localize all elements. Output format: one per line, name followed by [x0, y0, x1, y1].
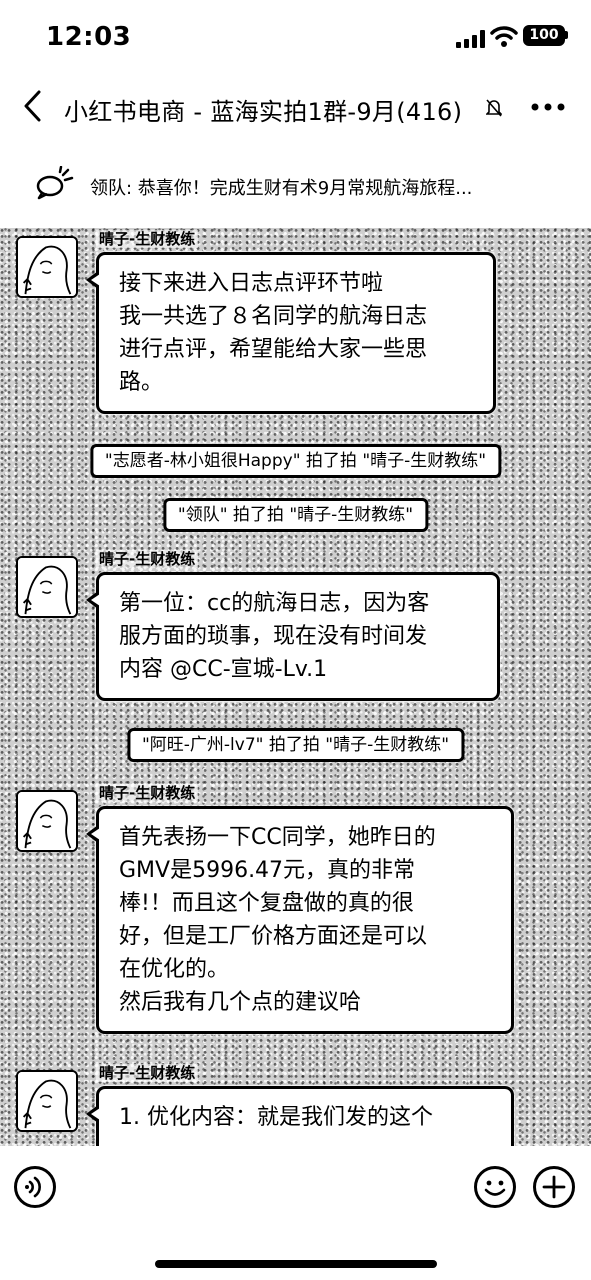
- system-message-pat: "阿旺-广州-lv7" 拍了拍 "晴子-生财教练": [126, 728, 465, 762]
- system-message-pat: "志愿者-林小姐很Happy" 拍了拍 "晴子-生财教练": [89, 444, 502, 478]
- battery-nub: [565, 31, 568, 39]
- group-announcement[interactable]: 领队: 恭喜你！完成生财有术9月常规航海旅程...: [0, 150, 591, 222]
- chat-header: 小红书电商 - 蓝海实拍1群-9月(416): [0, 70, 591, 146]
- sender-name: 晴子-生财教练: [96, 230, 199, 248]
- message-bubble[interactable]: 1. 优化内容：就是我们发的这个: [86, 1086, 514, 1146]
- message-line: GMV是5996.47元，真的非常: [119, 858, 416, 883]
- input-toolbar: [0, 1146, 591, 1280]
- message-line: 在优化的。: [119, 957, 230, 982]
- sender-name: 晴子-生财教练: [96, 550, 199, 568]
- avatar[interactable]: [16, 790, 78, 852]
- announcement-icon: [36, 166, 74, 200]
- voice-button[interactable]: [14, 1166, 56, 1208]
- message-line: 接下来进入日志点评环节啦: [119, 271, 384, 296]
- plus-icon: [542, 1175, 566, 1199]
- message-line: 然后我有几个点的建议哈: [119, 990, 362, 1015]
- message-line: 1. 优化内容：就是我们发的这个: [119, 1105, 433, 1130]
- chat-title[interactable]: 小红书电商 - 蓝海实拍1群-9月(416): [64, 92, 462, 127]
- message-bubble[interactable]: 接下来进入日志点评环节啦 我一共选了８名同学的航海日志 进行点评，希望能给大家一…: [86, 252, 496, 414]
- avatar[interactable]: [16, 236, 78, 298]
- message-line: 进行点评，希望能给大家一些思: [119, 337, 428, 362]
- system-message-pat: "领队" 拍了拍 "晴子-生财教练": [162, 498, 429, 532]
- message-bubble[interactable]: 首先表扬一下CC同学，她昨日的 GMV是5996.47元，真的非常 棒!！而且这…: [86, 806, 514, 1034]
- message-line: 路。: [119, 370, 164, 395]
- emoji-button[interactable]: [474, 1166, 516, 1208]
- message-line: 内容 @CC-宣城-Lv.1: [119, 657, 328, 682]
- emoji-icon: [484, 1180, 506, 1196]
- message-line: 首先表扬一下CC同学，她昨日的: [119, 825, 436, 850]
- avatar[interactable]: [16, 556, 78, 618]
- chat-message-list[interactable]: 晴子-生财教练 接下来进入日志点评环节啦 我一共选了８名同学的航海日志 进行点评…: [0, 228, 591, 1146]
- wifi-icon: [490, 26, 518, 47]
- bell-muted-icon: [486, 99, 502, 117]
- avatar-image: [18, 558, 76, 616]
- message-line: 第一位：cc的航海日志，因为客: [119, 591, 430, 616]
- more-dots-icon[interactable]: [531, 102, 565, 112]
- signal-icon: [456, 30, 486, 48]
- message-bubble[interactable]: 第一位：cc的航海日志，因为客 服方面的琐事，现在没有时间发 内容 @CC-宣城…: [86, 572, 500, 701]
- avatar-image: [18, 1072, 76, 1130]
- chevron-left-icon[interactable]: [18, 88, 48, 124]
- status-time: 12:03: [46, 22, 132, 52]
- message-line: 好，但是工厂价格方面还是可以: [119, 924, 428, 949]
- message-line: 服方面的琐事，现在没有时间发: [119, 624, 428, 649]
- voice-icon: [25, 1176, 41, 1198]
- sender-name: 晴子-生财教练: [96, 1064, 199, 1082]
- status-bar: 12:03 100: [0, 0, 591, 70]
- announcement-text: 领队: 恭喜你！完成生财有术9月常规航海旅程...: [90, 178, 473, 199]
- avatar-image: [18, 238, 76, 296]
- home-indicator: [155, 1260, 437, 1268]
- message-line: 我一共选了８名同学的航海日志: [119, 304, 428, 329]
- avatar[interactable]: [16, 1070, 78, 1132]
- avatar-image: [18, 792, 76, 850]
- sender-name: 晴子-生财教练: [96, 784, 199, 802]
- battery-indicator: 100: [523, 25, 565, 46]
- message-line: 棒!！而且这个复盘做的真的很: [119, 891, 414, 916]
- plus-button[interactable]: [533, 1166, 575, 1208]
